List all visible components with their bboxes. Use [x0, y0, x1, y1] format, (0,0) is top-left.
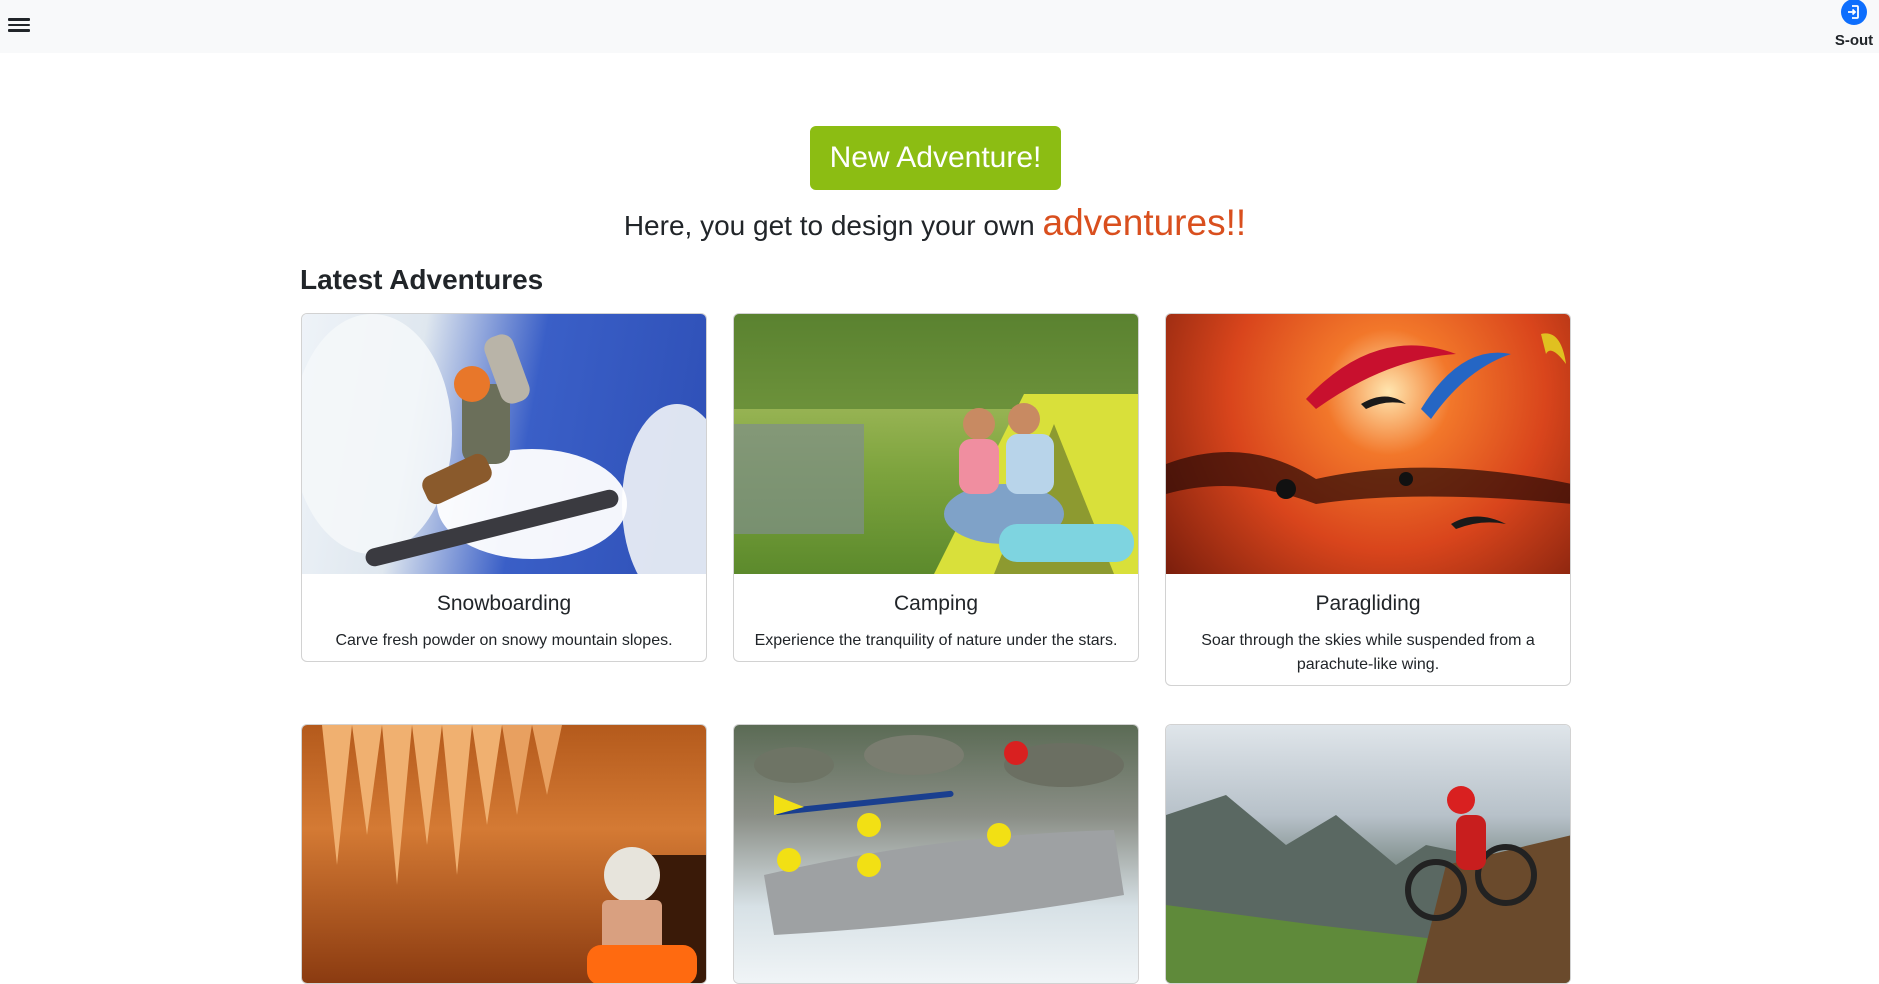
- adventure-card-caving[interactable]: [301, 724, 707, 984]
- top-navbar: S-out: [0, 0, 1879, 53]
- sign-out-button[interactable]: S-out: [1832, 0, 1876, 50]
- mountain-biking-image: [1166, 725, 1570, 983]
- tagline: Here, you get to design your own adventu…: [0, 202, 1870, 244]
- new-adventure-button[interactable]: New Adventure!: [810, 126, 1061, 190]
- sign-out-label: S-out: [1834, 32, 1874, 49]
- tagline-accent: adventures!!: [1042, 202, 1247, 243]
- paragliding-image: [1166, 314, 1570, 574]
- snowboarding-image: [302, 314, 706, 574]
- card-title: Snowboarding: [436, 592, 572, 615]
- adventure-card-rafting[interactable]: [733, 724, 1139, 984]
- adventure-card-snowboarding[interactable]: Snowboarding Carve fresh powder on snowy…: [301, 313, 707, 662]
- sign-out-icon: [1841, 0, 1867, 25]
- section-title: Latest Adventures: [300, 264, 544, 295]
- card-text: Experience the tranquility of nature und…: [754, 632, 1118, 649]
- adventure-card-paragliding[interactable]: Paragliding Soar through the skies while…: [1165, 313, 1571, 686]
- tagline-text: Here, you get to design your own: [623, 210, 1043, 241]
- adventure-card-mountain-biking[interactable]: [1165, 724, 1571, 984]
- hamburger-menu-icon[interactable]: [7, 15, 31, 37]
- card-title: Camping: [893, 592, 979, 615]
- card-text: Carve fresh powder on snowy mountain slo…: [335, 632, 673, 649]
- card-text: Soar through the skies while suspended f…: [1201, 632, 1535, 673]
- card-title: Paragliding: [1315, 592, 1421, 615]
- rafting-image: [734, 725, 1138, 983]
- caving-image: [302, 725, 706, 983]
- adventure-card-camping[interactable]: Camping Experience the tranquility of na…: [733, 313, 1139, 662]
- camping-image: [734, 314, 1138, 574]
